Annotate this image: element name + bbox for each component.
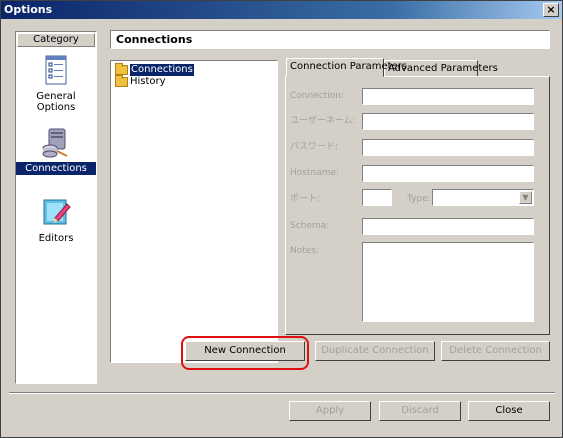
category-header: Category	[17, 33, 95, 47]
delete-connection-button[interactable]: Delete Connection	[441, 341, 550, 361]
port-field[interactable]	[362, 189, 392, 206]
hostname-label: Hostname:	[290, 168, 340, 178]
options-window: Options × Category General Options Conne…	[0, 0, 563, 438]
category-item-connections[interactable]: Connections	[16, 126, 96, 175]
password-label: パスワード:	[290, 142, 339, 152]
editor-icon	[39, 196, 73, 230]
category-item-editors[interactable]: Editors	[16, 196, 96, 245]
username-field[interactable]	[362, 113, 534, 130]
section-title: Connections	[110, 30, 550, 49]
duplicate-connection-button[interactable]: Duplicate Connection	[315, 341, 435, 361]
checklist-icon	[39, 54, 73, 88]
chevron-down-icon[interactable]: ▼	[519, 191, 532, 204]
connection-label: Connection:	[290, 91, 344, 101]
category-label-connections: Connections	[16, 162, 96, 175]
category-item-general-options[interactable]: General Options	[16, 54, 96, 114]
title-bar: Options ×	[1, 1, 562, 19]
schema-field[interactable]	[362, 218, 534, 235]
type-label: Type:	[407, 194, 431, 204]
username-label: ユーザーネーム:	[290, 116, 356, 126]
schema-label: Schema:	[290, 221, 330, 231]
category-label-general-options: General Options	[36, 91, 76, 113]
discard-button[interactable]: Discard	[379, 401, 461, 421]
password-field[interactable]	[362, 139, 534, 156]
port-label: ポート:	[290, 194, 321, 204]
window-title: Options	[4, 3, 53, 16]
folder-icon	[115, 63, 128, 75]
connections-tree: Connections History	[110, 60, 278, 363]
type-select[interactable]: ▼	[432, 189, 534, 206]
notes-field[interactable]	[362, 242, 534, 322]
tree-item-label: History	[130, 76, 166, 87]
hostname-field[interactable]	[362, 165, 534, 182]
new-connection-button[interactable]: New Connection	[185, 341, 305, 361]
footer-divider	[9, 392, 555, 394]
close-window-button[interactable]: ×	[543, 3, 559, 17]
category-panel: Category General Options Connections Edi…	[15, 31, 97, 384]
notes-label: Notes:	[290, 246, 320, 256]
tree-item-label: Connections	[130, 64, 194, 76]
connection-field[interactable]	[362, 88, 534, 105]
database-server-icon	[39, 126, 73, 160]
close-button[interactable]: Close	[468, 401, 550, 421]
apply-button[interactable]: Apply	[289, 401, 371, 421]
tab-content: Connection: ユーザーネーム: パスワード: Hostname: ポー…	[285, 76, 550, 335]
category-label-editors: Editors	[38, 233, 74, 244]
tree-item-connections[interactable]: Connections	[115, 63, 194, 76]
tab-connection-parameters[interactable]: Connection Parameters	[286, 58, 407, 77]
tree-item-history[interactable]: History	[115, 75, 166, 88]
folder-icon	[115, 75, 128, 87]
